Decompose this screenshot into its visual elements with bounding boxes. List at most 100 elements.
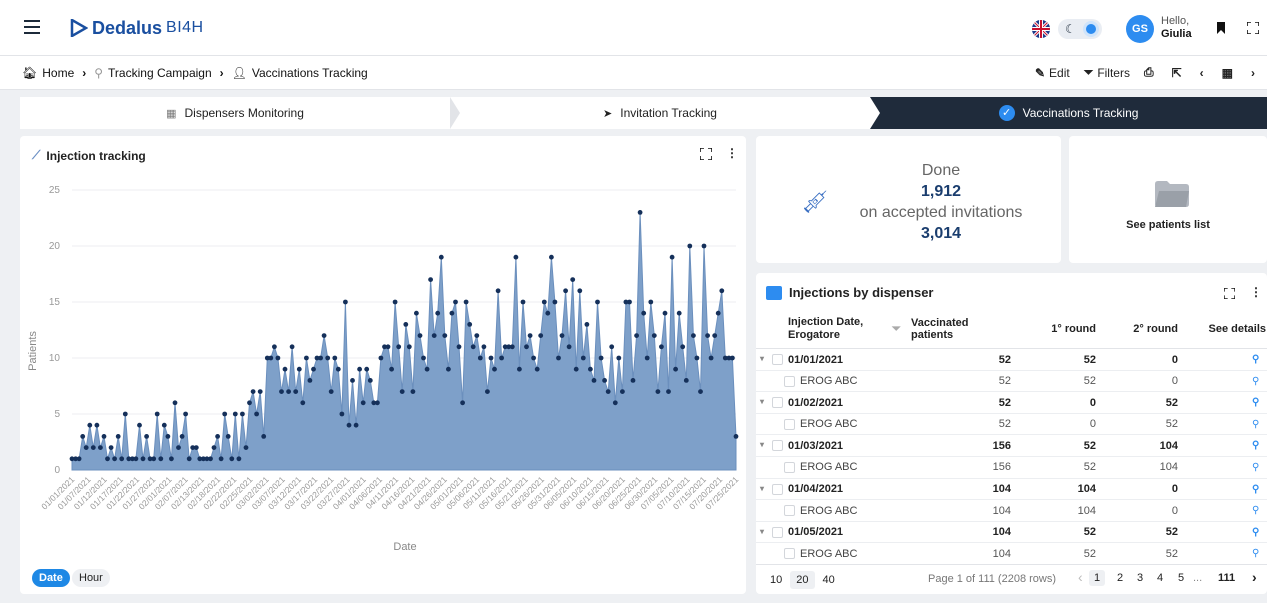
data-point[interactable] [591, 378, 597, 383]
data-point[interactable] [733, 434, 739, 439]
data-point[interactable] [673, 366, 678, 372]
data-point[interactable] [165, 434, 171, 439]
data-point[interactable] [694, 355, 700, 361]
data-point[interactable] [477, 355, 483, 361]
data-point[interactable] [449, 310, 455, 316]
data-point[interactable] [346, 422, 352, 428]
data-point[interactable] [396, 344, 402, 350]
data-point[interactable] [140, 456, 146, 462]
data-point[interactable] [172, 400, 178, 406]
data-point[interactable] [137, 422, 142, 428]
row-checkbox[interactable] [772, 483, 783, 495]
data-point[interactable] [222, 411, 228, 417]
data-point[interactable] [133, 456, 139, 462]
step-vaccinations-tracking[interactable]: ✓ Vaccinations Tracking [870, 97, 1267, 129]
table-group-row[interactable]: ▾ 01/01/2021 52 52 0 ⚲ [756, 349, 1267, 371]
data-point[interactable] [524, 344, 529, 350]
data-point[interactable] [243, 445, 249, 450]
data-point[interactable] [467, 322, 473, 327]
data-point[interactable] [240, 411, 245, 417]
magnifier-icon[interactable]: ⚲ [1252, 522, 1259, 543]
data-point[interactable] [460, 400, 465, 406]
data-point[interactable] [151, 456, 157, 462]
data-point[interactable] [215, 434, 221, 439]
data-point[interactable] [499, 355, 504, 361]
data-point[interactable] [683, 378, 689, 383]
data-point[interactable] [250, 389, 256, 394]
data-point[interactable] [609, 344, 615, 350]
data-point[interactable] [403, 322, 409, 327]
next-page-chevron-icon[interactable]: › [1247, 567, 1262, 587]
data-point[interactable] [158, 456, 164, 462]
page-button[interactable]: 111 [1213, 570, 1240, 586]
data-point[interactable] [247, 400, 252, 406]
table-group-row[interactable]: ▾ 01/05/2021 104 52 52 ⚲ [756, 522, 1267, 544]
expand-caret-icon[interactable]: ▾ [760, 527, 764, 536]
magnifier-icon[interactable]: ⚲ [1252, 349, 1259, 370]
page-button[interactable]: 1 [1089, 570, 1106, 586]
step-invitation-tracking[interactable]: ➤ Invitation Tracking [450, 97, 870, 129]
data-point[interactable] [424, 366, 430, 372]
page-size-10[interactable]: 10 [764, 571, 788, 589]
data-point[interactable] [637, 210, 643, 215]
data-point[interactable] [108, 445, 114, 450]
data-point[interactable] [229, 456, 235, 462]
data-point[interactable] [208, 456, 213, 462]
data-point[interactable] [577, 288, 583, 294]
data-point[interactable] [705, 333, 710, 338]
data-point[interactable] [378, 355, 384, 361]
edit-button[interactable]: ✎ Edit [1035, 66, 1070, 80]
data-point[interactable] [176, 445, 181, 450]
data-point[interactable] [183, 411, 189, 417]
data-point[interactable] [339, 411, 345, 417]
data-point[interactable] [186, 456, 192, 462]
data-point[interactable] [669, 254, 675, 260]
data-point[interactable] [76, 456, 82, 462]
data-point[interactable] [367, 378, 373, 383]
page-size-40[interactable]: 40 [817, 571, 841, 589]
data-point[interactable] [470, 344, 476, 350]
data-point[interactable] [311, 366, 316, 372]
data-point[interactable] [328, 389, 334, 394]
row-checkbox[interactable] [772, 526, 783, 538]
theme-toggle[interactable]: ☾ [1058, 19, 1102, 39]
data-point[interactable] [161, 422, 167, 428]
data-point[interactable] [211, 445, 217, 450]
data-point[interactable] [588, 366, 593, 372]
data-point[interactable] [492, 366, 497, 372]
data-point[interactable] [446, 366, 451, 372]
data-point[interactable] [584, 322, 590, 327]
table-group-row[interactable]: ▾ 01/04/2021 104 104 0 ⚲ [756, 479, 1267, 501]
row-checkbox[interactable] [772, 397, 783, 409]
prev-page-chevron-icon[interactable]: ‹ [1073, 567, 1088, 587]
breadcrumb-tracking-campaign[interactable]: Tracking Campaign [108, 66, 212, 80]
data-point[interactable] [80, 434, 86, 439]
data-point[interactable] [438, 254, 444, 260]
data-point[interactable] [509, 344, 515, 350]
data-point[interactable] [559, 333, 565, 338]
data-point[interactable] [627, 299, 632, 305]
filter-icon[interactable]: ⏷ [892, 323, 901, 336]
data-point[interactable] [389, 366, 394, 372]
data-point[interactable] [414, 310, 419, 316]
uk-flag-icon[interactable] [1032, 20, 1050, 38]
magnifier-icon[interactable]: ⚲ [1252, 414, 1259, 435]
expand-caret-icon[interactable]: ▾ [760, 440, 764, 449]
page-button[interactable]: 4 [1152, 570, 1168, 586]
data-point[interactable] [719, 288, 725, 294]
data-point[interactable] [375, 400, 380, 406]
data-point[interactable] [193, 445, 199, 450]
date-toggle-button[interactable]: Date [32, 569, 70, 587]
data-point[interactable] [286, 389, 291, 394]
data-point[interactable] [112, 456, 117, 462]
column-header-round-2[interactable]: 2° round [1106, 309, 1178, 349]
data-point[interactable] [300, 400, 306, 406]
fullscreen-icon[interactable] [700, 148, 712, 160]
data-point[interactable] [698, 389, 703, 394]
grid-icon[interactable]: ▦ [1222, 66, 1237, 80]
data-point[interactable] [620, 389, 625, 394]
data-point[interactable] [357, 366, 362, 372]
data-point[interactable] [488, 355, 494, 361]
row-checkbox[interactable] [784, 505, 795, 517]
data-point[interactable] [332, 355, 338, 361]
